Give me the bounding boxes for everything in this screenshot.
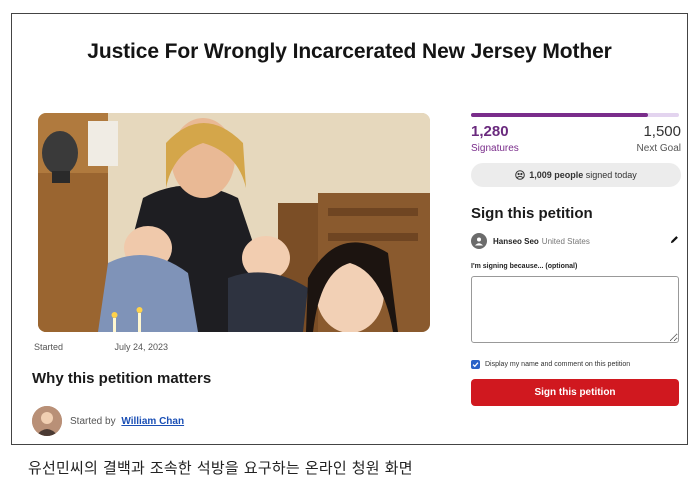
starter-prefix: Started by (70, 415, 116, 427)
why-heading: Why this petition matters (32, 370, 212, 387)
reason-label: I'm signing because... (optional) (471, 263, 578, 270)
signed-today-suffix: signed today (585, 170, 637, 180)
display-name-checkbox[interactable] (471, 360, 480, 369)
signature-progress-bar (471, 113, 679, 117)
sign-panel: 1,280 1,500 Signatures Next Goal 1,009 p… (471, 113, 681, 406)
signature-count: 1,280 (471, 123, 509, 140)
sign-petition-button[interactable]: Sign this petition (471, 379, 679, 406)
signed-today-pill: 1,009 people signed today (471, 163, 681, 187)
signature-count-labels: Signatures Next Goal (471, 143, 681, 154)
user-icon (471, 233, 487, 249)
signer-name: Hanseo Seo (493, 236, 539, 246)
signed-today-count: 1,009 people (529, 170, 584, 180)
signer-row: Hanseo Seo United States (471, 233, 681, 249)
sign-heading: Sign this petition (471, 205, 593, 222)
display-name-option[interactable]: Display my name and comment on this peti… (471, 360, 681, 369)
petition-photo (38, 113, 430, 332)
signatures-label: Signatures (471, 143, 519, 154)
signature-progress-fill (471, 113, 649, 117)
petition-starter: Started by William Chan (32, 406, 184, 436)
signature-counts: 1,280 1,500 (471, 123, 681, 140)
started-date-row: Started July 24, 2023 (34, 342, 168, 352)
edit-pencil-icon[interactable] (670, 235, 679, 244)
starter-name-link[interactable]: William Chan (121, 416, 184, 427)
signer-country: United States (541, 236, 590, 246)
people-icon (515, 170, 526, 180)
display-name-label: Display my name and comment on this peti… (485, 361, 631, 368)
goal-count: 1,500 (643, 123, 681, 140)
reason-textarea[interactable] (471, 276, 679, 343)
started-label: Started (34, 342, 64, 352)
petition-title: Justice For Wrongly Incarcerated New Jer… (87, 40, 612, 63)
screenshot-frame: Justice For Wrongly Incarcerated New Jer… (11, 13, 688, 445)
image-caption: 유선민씨의 결백과 조속한 석방을 요구하는 온라인 청원 화면 (28, 459, 413, 477)
checkmark-icon (472, 362, 479, 368)
started-date: July 24, 2023 (114, 342, 169, 352)
starter-avatar (32, 406, 62, 436)
next-goal-label: Next Goal (636, 143, 681, 154)
